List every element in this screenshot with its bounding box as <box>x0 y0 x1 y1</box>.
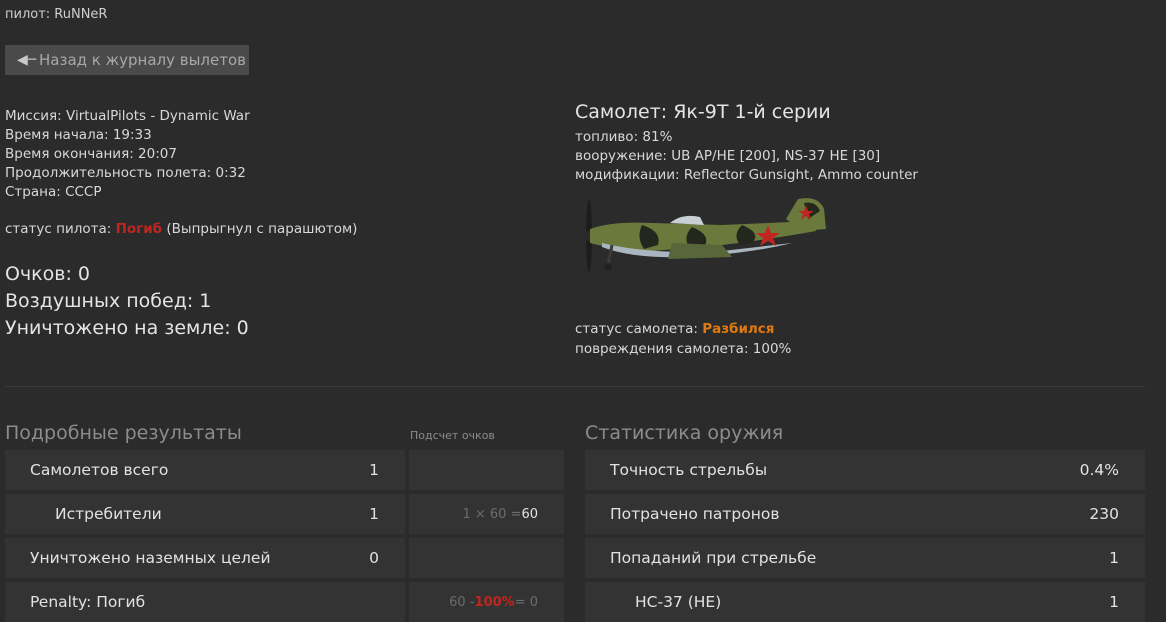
end-time: Время окончания: 20:07 <box>5 146 177 162</box>
weapons-row-hits: Попаданий при стрельбе 1 <box>585 538 1145 578</box>
row-value: 1 <box>1109 593 1119 611</box>
flight-duration: Продолжительность полета: 0:32 <box>5 165 246 181</box>
row-label: Самолетов всего <box>30 461 169 479</box>
pilot-status-value: Погиб <box>115 221 163 237</box>
pilot-name: пилот: RuNNeR <box>5 7 108 22</box>
section-divider <box>5 386 1145 387</box>
calc-formula-end: = 0 <box>514 594 538 610</box>
row-value: 0 <box>369 549 379 567</box>
score-calc-cell: 60 - 100% = 0 <box>409 582 564 622</box>
row-label: Уничтожено наземных целей <box>30 549 271 567</box>
back-button-label: Назад к журналу вылетов <box>39 51 247 69</box>
modifications: модификации: Reflector Gunsight, Ammo co… <box>575 167 918 183</box>
start-time: Время начала: 19:33 <box>5 127 152 143</box>
score-calc-header: Подсчет очков <box>410 429 495 442</box>
pilot-status: статус пилота: Погиб (Выпрыгнул с парашю… <box>5 221 357 237</box>
air-victories-value: 1 <box>199 290 212 312</box>
row-value: 230 <box>1089 505 1119 523</box>
arrow-left-icon: ◀─ <box>17 52 37 68</box>
row-label: НС-37 (HE) <box>635 593 722 611</box>
fuel: топливо: 81% <box>575 129 673 145</box>
row-value: 1 <box>369 461 379 479</box>
pilot-status-label: статус пилота: <box>5 221 116 237</box>
row-label: Потрачено патронов <box>610 505 780 523</box>
plane-status: статус самолета: Разбился повреждения са… <box>575 319 791 359</box>
results-row-penalty: Penalty: Погиб <box>5 582 405 622</box>
score-summary: Очков: 0 Воздушных побед: 1 Уничтожено н… <box>5 261 249 342</box>
plane-damage: повреждения самолета: 100% <box>575 341 792 357</box>
air-victories-label: Воздушных побед: <box>5 290 200 312</box>
ground-kills-value: 0 <box>236 317 249 339</box>
calc-penalty-percent: 100% <box>474 594 515 610</box>
mission-name: Миссия: VirtualPilots - Dynamic War <box>5 108 250 124</box>
ground-kills-label: Уничтожено на земле: <box>5 317 237 339</box>
row-label: Точность стрельбы <box>610 461 768 479</box>
row-value: 1 <box>1109 549 1119 567</box>
row-value: 0.4% <box>1079 461 1119 479</box>
back-to-log-button[interactable]: ◀─ Назад к журналу вылетов <box>5 45 249 75</box>
weapons-row-rounds-spent: Потрачено патронов 230 <box>585 494 1145 534</box>
plane-title: Самолет: Як-9Т 1-й серии <box>575 101 831 123</box>
points-label: Очков: <box>5 263 78 285</box>
plane-image <box>578 198 826 272</box>
weapons-row-accuracy: Точность стрельбы 0.4% <box>585 450 1145 490</box>
weapons-row-ns37: НС-37 (HE) 1 <box>585 582 1145 622</box>
results-row-aircraft-total: Самолетов всего 1 <box>5 450 405 490</box>
country: Страна: СССР <box>5 184 102 200</box>
score-calc-cell: 1 × 60 = 60 <box>409 494 564 534</box>
row-label: Попаданий при стрельбе <box>610 549 817 567</box>
results-row-fighters: Истребители 1 <box>5 494 405 534</box>
points-value: 0 <box>77 263 91 285</box>
mission-info: Миссия: VirtualPilots - Dynamic War Врем… <box>5 107 250 202</box>
results-row-ground-targets: Уничтожено наземных целей 0 <box>5 538 405 578</box>
calc-result: 60 <box>521 506 538 522</box>
results-title: Подробные результаты <box>5 422 242 444</box>
plane-info: топливо: 81% вооружение: UB AP/HE [200],… <box>575 128 918 185</box>
armament: вооружение: UB AP/HE [200], NS-37 HE [30… <box>575 148 881 164</box>
score-calc-cell <box>409 538 564 578</box>
plane-status-label: статус самолета: <box>575 321 703 337</box>
row-label: Penalty: Погиб <box>30 593 146 611</box>
pilot-status-note: (Выпрыгнул с парашютом) <box>162 221 358 237</box>
calc-formula: 1 × 60 = <box>462 506 522 522</box>
score-calc-cell <box>409 450 564 490</box>
row-value: 1 <box>369 505 379 523</box>
weapons-title: Статистика оружия <box>585 422 784 444</box>
row-label: Истребители <box>55 505 162 523</box>
calc-formula: 60 - <box>449 594 475 610</box>
plane-status-value: Разбился <box>702 321 775 337</box>
